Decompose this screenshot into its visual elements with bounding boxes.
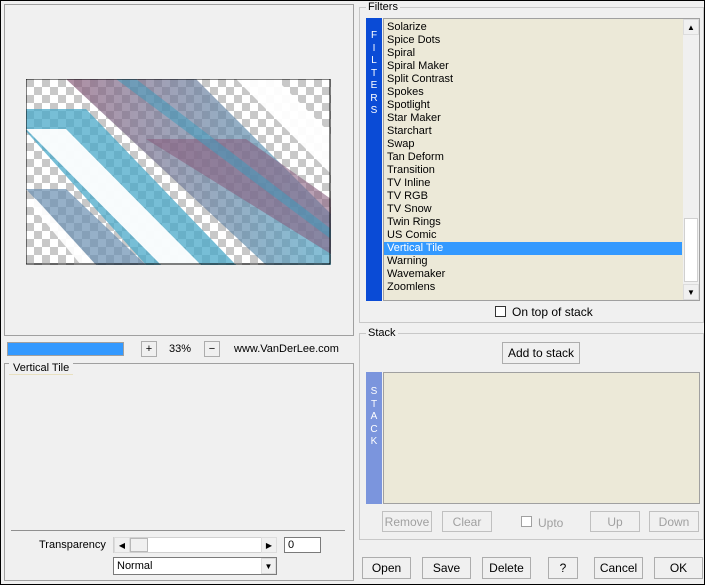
help-button[interactable]: ? (548, 557, 578, 579)
filter-list-item[interactable]: US Comic (384, 229, 682, 242)
filters-tab-letter: T (370, 67, 378, 79)
progress-bar (7, 342, 124, 356)
filter-list-item[interactable]: Twin Rings (384, 216, 682, 229)
filters-tab-letter: E (370, 80, 378, 91)
filter-list-item[interactable]: TV Inline (384, 177, 682, 190)
clear-button[interactable]: Clear (442, 511, 492, 532)
filter-list-item[interactable]: TV RGB (384, 190, 682, 203)
filters-tab-letter: F (370, 30, 378, 41)
upto-checkbox[interactable] (521, 516, 532, 527)
filters-list-items: Solarize Spice Dots Spiral Spiral Maker Spli… (384, 21, 682, 294)
scroll-up-arrow-icon[interactable]: ▲ (683, 19, 699, 35)
filter-list-item[interactable]: Spotlight (384, 99, 682, 112)
blend-mode-value: Normal (117, 560, 153, 572)
transparency-slider[interactable]: ◀ ▶ (113, 537, 277, 553)
filter-list-item[interactable]: Spice Dots (384, 34, 682, 47)
filter-list-item[interactable]: Star Maker (384, 112, 682, 125)
stack-tab-letter: C (370, 423, 378, 435)
slider-thumb[interactable] (130, 538, 148, 552)
stack-vertical-tab: STACK (366, 372, 382, 504)
filter-list-item[interactable]: Tan Deform (384, 151, 682, 164)
stack-title: Stack (366, 327, 398, 339)
preview-panel (4, 4, 354, 336)
filters-tab-letter: R (370, 92, 378, 104)
filter-list-item[interactable]: Swap (384, 138, 682, 151)
filter-list-item[interactable]: Spokes (384, 86, 682, 99)
filter-list-item[interactable]: Split Contrast (384, 73, 682, 86)
save-button[interactable]: Save (422, 557, 471, 579)
transparency-label: Transparency (39, 539, 106, 551)
blend-mode-select[interactable]: Normal ▼ (113, 557, 277, 575)
slider-right-arrow-icon[interactable]: ▶ (261, 537, 277, 553)
stack-tab-letter: S (370, 386, 378, 397)
filter-dialog: + 33% − www.VanDerLee.com Vertical Tile … (0, 0, 705, 585)
filters-group: Filters FILTERS Solarize Spice Dots Spiral… (359, 1, 704, 323)
up-button[interactable]: Up (590, 511, 640, 532)
filter-list-item[interactable]: Solarize (384, 21, 682, 34)
filter-list-item[interactable]: Vertical Tile (384, 242, 682, 255)
filters-tab-letter: I (372, 42, 376, 54)
filters-scrollbar[interactable]: ▲ ▼ (683, 19, 699, 300)
chevron-down-icon[interactable]: ▼ (261, 558, 276, 574)
settings-divider (11, 530, 345, 531)
add-to-stack-button[interactable]: Add to stack (502, 342, 580, 364)
open-button[interactable]: Open (362, 557, 411, 579)
zoom-out-button[interactable]: − (204, 341, 220, 357)
filter-list-item[interactable]: TV Snow (384, 203, 682, 216)
filter-list-item[interactable]: Spiral Maker (384, 60, 682, 73)
filters-tab-letter: S (370, 105, 378, 116)
zoom-in-button[interactable]: + (141, 341, 157, 357)
filters-list[interactable]: Solarize Spice Dots Spiral Spiral Maker Spli… (383, 18, 700, 301)
stack-group: Stack Add to stack STACK Remove Clear Up… (359, 327, 704, 540)
filter-list-item[interactable]: Spiral (384, 47, 682, 60)
ok-button[interactable]: OK (654, 557, 703, 579)
filter-list-item[interactable]: Transition (384, 164, 682, 177)
stack-tab-letter: T (370, 398, 378, 410)
filters-tab-letter: L (371, 55, 377, 66)
progress-fill (8, 343, 123, 355)
filter-list-item[interactable]: Starchart (384, 125, 682, 138)
website-link[interactable]: www.VanDerLee.com (234, 343, 339, 355)
filter-list-item[interactable]: Zoomlens (384, 281, 682, 294)
filter-list-item[interactable]: Warning (384, 255, 682, 268)
transparency-value-input[interactable]: 0 (284, 537, 321, 553)
down-button[interactable]: Down (649, 511, 699, 532)
preview-image[interactable] (26, 79, 331, 265)
remove-button[interactable]: Remove (382, 511, 432, 532)
on-top-checkbox[interactable] (495, 306, 506, 317)
scroll-down-arrow-icon[interactable]: ▼ (683, 284, 699, 300)
filters-vertical-tab: FILTERS (366, 18, 382, 301)
stack-tab-letter: K (370, 436, 378, 447)
cancel-button[interactable]: Cancel (594, 557, 643, 579)
filter-list-item[interactable]: Wavemaker (384, 268, 682, 281)
delete-button[interactable]: Delete (482, 557, 531, 579)
zoom-level: 33% (169, 343, 192, 355)
on-top-label: On top of stack (512, 305, 593, 319)
filters-title: Filters (366, 1, 400, 13)
stack-tab-letter: A (370, 411, 378, 422)
scroll-thumb[interactable] (684, 218, 698, 282)
slider-left-arrow-icon[interactable]: ◀ (114, 537, 130, 553)
filter-settings-title: Vertical Tile (9, 362, 74, 375)
filter-settings-panel: Vertical Tile Transparency ◀ ▶ 0 Normal … (4, 362, 354, 581)
stack-list[interactable] (383, 372, 700, 504)
upto-label: Upto (538, 516, 564, 530)
